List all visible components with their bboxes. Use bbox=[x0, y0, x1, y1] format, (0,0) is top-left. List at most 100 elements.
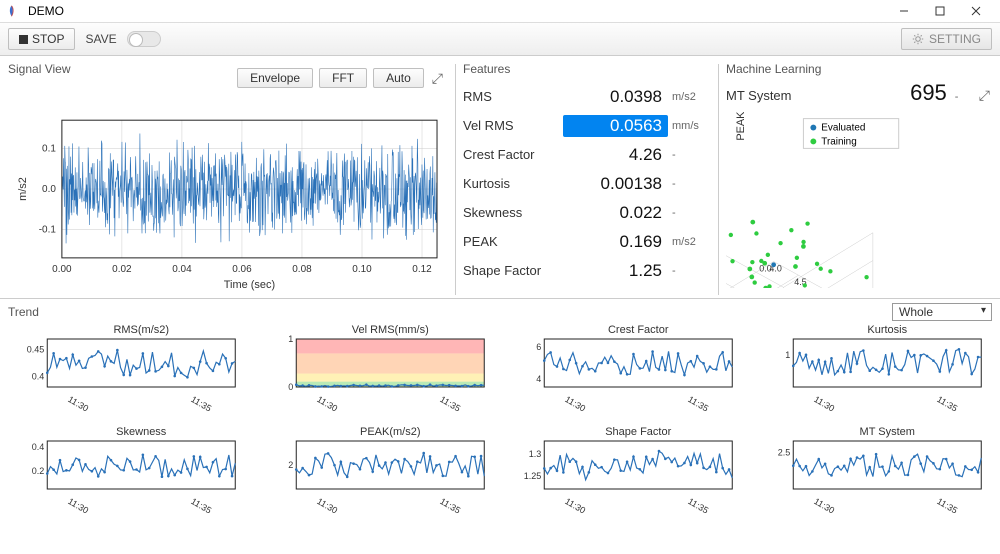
ml-title: Machine Learning bbox=[726, 62, 992, 76]
svg-text:0.12: 0.12 bbox=[412, 264, 432, 275]
settings-label: SETTING bbox=[929, 32, 981, 46]
svg-text:11:30: 11:30 bbox=[315, 496, 339, 516]
svg-text:0.45: 0.45 bbox=[27, 345, 45, 355]
svg-text:11:30: 11:30 bbox=[315, 394, 339, 414]
feature-row: Vel RMS0.0563mm/s bbox=[463, 111, 710, 140]
feature-unit: m/s2 bbox=[668, 236, 710, 248]
svg-text:Crest Factor: Crest Factor bbox=[608, 324, 669, 336]
svg-text:0.02: 0.02 bbox=[112, 264, 132, 275]
ml-system-value: 695 bbox=[822, 80, 947, 106]
svg-text:11:35: 11:35 bbox=[935, 496, 959, 516]
trend-mini-plot: Skewness 0.2 0.4 11:30 11:35 bbox=[8, 425, 247, 523]
svg-text:Skewness: Skewness bbox=[116, 426, 167, 438]
feature-name: Skewness bbox=[463, 205, 563, 220]
minimize-button[interactable] bbox=[886, 0, 922, 22]
svg-text:2: 2 bbox=[288, 460, 293, 470]
svg-text:0.00: 0.00 bbox=[52, 264, 72, 275]
svg-text:Vel RMS(mm/s): Vel RMS(mm/s) bbox=[351, 324, 428, 336]
svg-text:-0.1: -0.1 bbox=[39, 225, 57, 236]
save-label: SAVE bbox=[85, 32, 116, 46]
feature-row: Crest Factor4.26- bbox=[463, 140, 710, 169]
svg-text:1: 1 bbox=[785, 350, 790, 360]
svg-text:Time (sec): Time (sec) bbox=[224, 279, 275, 291]
feature-name: PEAK bbox=[463, 234, 563, 249]
feature-value: 0.0563 bbox=[563, 115, 668, 137]
maximize-button[interactable] bbox=[922, 0, 958, 22]
signal-plot: 0.000.020.040.060.080.100.12-0.10.00.1Ti… bbox=[8, 110, 447, 296]
svg-text:11:30: 11:30 bbox=[563, 394, 587, 414]
feature-row: RMS0.0398m/s2 bbox=[463, 82, 710, 111]
svg-text:Evaluated: Evaluated bbox=[821, 123, 865, 134]
auto-button[interactable]: Auto bbox=[373, 68, 424, 88]
feature-name: Vel RMS bbox=[463, 118, 563, 133]
trend-section: Trend Whole RMS(m/s2)0.40.4511:3011:35Ve… bbox=[0, 298, 1000, 523]
feature-name: Shape Factor bbox=[463, 263, 563, 278]
svg-text:11:30: 11:30 bbox=[66, 496, 90, 516]
trend-mini-plot: Vel RMS(mm/s)0111:3011:35 bbox=[257, 323, 496, 421]
feature-row: Skewness0.022- bbox=[463, 198, 710, 227]
feature-unit: - bbox=[668, 178, 710, 190]
feature-value: 0.0398 bbox=[563, 87, 668, 107]
expand-icon[interactable]: ⤢ bbox=[430, 70, 445, 87]
svg-text:11:30: 11:30 bbox=[66, 394, 90, 414]
feature-value: 0.169 bbox=[563, 232, 668, 252]
svg-text:11:35: 11:35 bbox=[438, 394, 462, 414]
svg-text:0.0: 0.0 bbox=[42, 184, 56, 195]
feature-name: RMS bbox=[463, 89, 563, 104]
app-icon bbox=[8, 4, 22, 18]
svg-text:11:30: 11:30 bbox=[563, 496, 587, 516]
expand-icon[interactable]: ⤢ bbox=[977, 87, 992, 104]
fft-button[interactable]: FFT bbox=[319, 68, 367, 88]
feature-value: 0.00138 bbox=[563, 174, 668, 194]
svg-text:11:35: 11:35 bbox=[438, 496, 462, 516]
svg-text:6: 6 bbox=[536, 342, 541, 352]
svg-text:11:35: 11:35 bbox=[686, 394, 710, 414]
ml-panel: Machine Learning MT System 695 - ⤢ 1.61.… bbox=[718, 56, 1000, 303]
svg-text:11:35: 11:35 bbox=[686, 496, 710, 516]
svg-text:11:30: 11:30 bbox=[812, 496, 836, 516]
svg-text:0.06: 0.06 bbox=[232, 264, 252, 275]
svg-text:2.5: 2.5 bbox=[777, 448, 790, 458]
feature-unit: m/s2 bbox=[668, 91, 710, 103]
svg-text:Shape Factor: Shape Factor bbox=[605, 426, 671, 438]
save-toggle[interactable] bbox=[127, 31, 161, 47]
svg-text:Training: Training bbox=[821, 136, 856, 147]
toolbar: STOP SAVE SETTING bbox=[0, 22, 1000, 56]
svg-text:0.2: 0.2 bbox=[32, 466, 45, 476]
feature-name: Kurtosis bbox=[463, 176, 563, 191]
feature-value: 1.25 bbox=[563, 261, 668, 281]
svg-text:0.10: 0.10 bbox=[352, 264, 372, 275]
ml-system-unit: - bbox=[955, 91, 969, 103]
stop-button[interactable]: STOP bbox=[8, 28, 75, 50]
settings-button[interactable]: SETTING bbox=[901, 28, 992, 50]
feature-unit: mm/s bbox=[668, 120, 710, 132]
feature-name: Crest Factor bbox=[463, 147, 563, 162]
svg-text:m/s2: m/s2 bbox=[17, 177, 29, 201]
close-button[interactable] bbox=[958, 0, 994, 22]
trend-mini-plot: Crest Factor 4 6 11:30 11:35 bbox=[505, 323, 744, 421]
svg-text:11:35: 11:35 bbox=[189, 496, 213, 516]
trend-mini-plot: Shape Factor 1.25 1.3 11:30 11:35 bbox=[505, 425, 744, 523]
svg-text:PEAK(m/s2): PEAK(m/s2) bbox=[359, 426, 420, 438]
svg-text:0: 0 bbox=[288, 382, 293, 392]
svg-text:0.4: 0.4 bbox=[32, 442, 45, 452]
svg-text:1.25: 1.25 bbox=[524, 471, 542, 481]
trend-range-select[interactable]: Whole bbox=[892, 303, 992, 321]
svg-text:0.04: 0.04 bbox=[172, 264, 192, 275]
svg-text:4: 4 bbox=[536, 374, 541, 384]
svg-text:11:30: 11:30 bbox=[812, 394, 836, 414]
trend-title: Trend bbox=[8, 305, 39, 319]
svg-text:MT System: MT System bbox=[859, 426, 914, 438]
gear-icon bbox=[912, 33, 924, 45]
svg-text:Kurtosis: Kurtosis bbox=[867, 324, 907, 336]
feature-row: Kurtosis0.00138- bbox=[463, 169, 710, 198]
feature-value: 0.022 bbox=[563, 203, 668, 223]
svg-text:PEAK(m/s2): PEAK(m/s2) bbox=[735, 112, 747, 141]
svg-text:0.4: 0.4 bbox=[32, 371, 45, 381]
trend-mini-plot: MT System 2.5 11:30 11:35 bbox=[754, 425, 993, 523]
stop-label: STOP bbox=[32, 32, 64, 46]
svg-text:0.1: 0.1 bbox=[42, 144, 56, 155]
trend-select-value: Whole bbox=[899, 305, 933, 319]
envelope-button[interactable]: Envelope bbox=[237, 68, 313, 88]
svg-text:1.3: 1.3 bbox=[529, 449, 542, 459]
